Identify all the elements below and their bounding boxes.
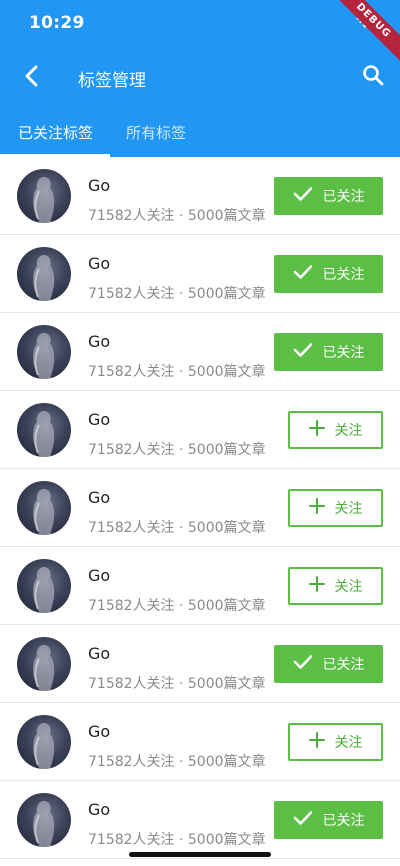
tag-name: Go xyxy=(88,800,111,819)
list-item[interactable]: Go 71582人关注 · 5000篇文章 关注 xyxy=(0,703,400,781)
list-item[interactable]: Go 71582人关注 · 5000篇文章 关注 xyxy=(0,547,400,625)
avatar xyxy=(17,325,71,379)
check-icon xyxy=(293,654,313,674)
tag-meta: 71582人关注 · 5000篇文章 xyxy=(88,286,266,302)
follow-button[interactable]: 关注 xyxy=(288,411,383,449)
check-icon xyxy=(293,186,313,206)
button-label: 已关注 xyxy=(322,813,365,829)
tag-meta: 71582人关注 · 5000篇文章 xyxy=(88,208,266,224)
followed-button[interactable]: 已关注 xyxy=(274,177,383,215)
tag-name: Go xyxy=(88,332,111,351)
tag-meta: 71582人关注 · 5000篇文章 xyxy=(88,754,266,770)
list-item[interactable]: Go 71582人关注 · 5000篇文章 已关注 xyxy=(0,235,400,313)
list-item[interactable]: Go 71582人关注 · 5000篇文章 关注 xyxy=(0,391,400,469)
tag-meta: 71582人关注 · 5000篇文章 xyxy=(88,520,266,536)
list-item[interactable]: Go 71582人关注 · 5000篇文章 已关注 xyxy=(0,781,400,859)
button-label: 已关注 xyxy=(322,189,365,205)
tab-bar: 已关注标签 所有标签 xyxy=(0,110,400,157)
search-button[interactable] xyxy=(358,62,388,92)
tag-name: Go xyxy=(88,254,111,273)
avatar xyxy=(17,403,71,457)
avatar xyxy=(17,247,71,301)
button-label: 已关注 xyxy=(322,267,365,283)
button-label: 已关注 xyxy=(322,345,365,361)
follow-button[interactable]: 关注 xyxy=(288,723,383,761)
toolbar: 标签管理 xyxy=(0,52,400,102)
plus-icon xyxy=(308,576,325,596)
tag-meta: 71582人关注 · 5000篇文章 xyxy=(88,598,266,614)
follow-button[interactable]: 关注 xyxy=(288,567,383,605)
tag-meta: 71582人关注 · 5000篇文章 xyxy=(88,676,266,692)
avatar xyxy=(17,715,71,769)
home-indicator xyxy=(129,852,271,857)
plus-icon xyxy=(308,498,325,518)
button-label: 关注 xyxy=(334,501,363,517)
tag-name: Go xyxy=(88,176,111,195)
followed-button[interactable]: 已关注 xyxy=(274,333,383,371)
check-icon xyxy=(293,264,313,284)
followed-button[interactable]: 已关注 xyxy=(274,255,383,293)
plus-icon xyxy=(308,420,325,440)
avatar xyxy=(17,793,71,847)
tag-name: Go xyxy=(88,566,111,585)
check-icon xyxy=(293,810,313,830)
status-time: 10:29 xyxy=(29,13,85,33)
back-button[interactable] xyxy=(18,64,46,92)
status-bar: 10:29 DEBUG xyxy=(0,0,400,67)
list-item[interactable]: Go 71582人关注 · 5000篇文章 已关注 xyxy=(0,157,400,235)
avatar xyxy=(17,481,71,535)
tag-list: Go 71582人关注 · 5000篇文章 已关注 Go 71582人关注 · 5000… xyxy=(0,157,400,859)
tag-name: Go xyxy=(88,410,111,429)
tag-name: Go xyxy=(88,722,111,741)
chevron-left-icon xyxy=(24,65,40,91)
button-label: 关注 xyxy=(334,735,363,751)
app-bar: 10:29 DEBUG 标签管理 已关注标签 所有标签 xyxy=(0,0,400,157)
follow-button[interactable]: 关注 xyxy=(288,489,383,527)
avatar xyxy=(17,637,71,691)
tag-meta: 71582人关注 · 5000篇文章 xyxy=(88,364,266,380)
list-item[interactable]: Go 71582人关注 · 5000篇文章 已关注 xyxy=(0,625,400,703)
button-label: 关注 xyxy=(334,423,363,439)
plus-icon xyxy=(308,732,325,752)
avatar xyxy=(17,169,71,223)
search-icon xyxy=(362,64,384,90)
tag-name: Go xyxy=(88,644,111,663)
list-item[interactable]: Go 71582人关注 · 5000篇文章 已关注 xyxy=(0,313,400,391)
followed-button[interactable]: 已关注 xyxy=(274,645,383,683)
tag-meta: 71582人关注 · 5000篇文章 xyxy=(88,832,266,848)
check-icon xyxy=(293,342,313,362)
tab-all-tags[interactable]: 所有标签 xyxy=(126,122,186,143)
followed-button[interactable]: 已关注 xyxy=(274,801,383,839)
list-item[interactable]: Go 71582人关注 · 5000篇文章 关注 xyxy=(0,469,400,547)
page-title: 标签管理 xyxy=(78,71,146,91)
button-label: 关注 xyxy=(334,579,363,595)
tag-name: Go xyxy=(88,488,111,507)
tab-followed-tags[interactable]: 已关注标签 xyxy=(18,122,93,143)
button-label: 已关注 xyxy=(322,657,365,673)
avatar xyxy=(17,559,71,613)
tag-meta: 71582人关注 · 5000篇文章 xyxy=(88,442,266,458)
